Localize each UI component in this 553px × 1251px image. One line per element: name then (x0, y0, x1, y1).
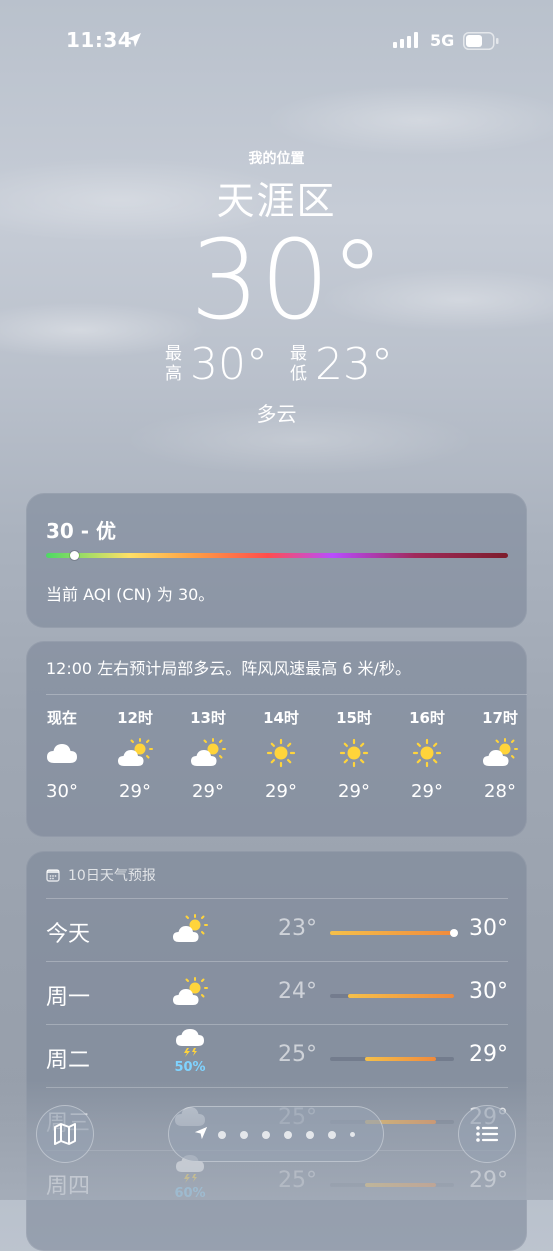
cellular-signal-icon (393, 32, 418, 48)
hourly-summary: 12:00 左右预计局部多云。阵风风速最高 6 米/秒。 (46, 659, 411, 678)
my-location-label: 我的位置 (248, 151, 305, 167)
aqi-title: 30 - 优 (46, 519, 117, 543)
hour-label: 13时 (190, 709, 226, 727)
network-type: 5G (430, 31, 455, 50)
cloud-icon (32, 729, 92, 777)
temperature-range-fill (330, 931, 454, 935)
divider (46, 961, 508, 962)
map-icon (54, 1123, 76, 1145)
sun-icon (324, 729, 384, 777)
locations-list-button[interactable] (458, 1105, 516, 1163)
hour-temperature: 29° (338, 781, 370, 802)
low-temperature: 23° (315, 339, 393, 390)
temperature-range-fill (347, 994, 454, 998)
condition-text: 多云 (256, 402, 297, 426)
temperature-range-bar (330, 994, 454, 998)
page-dot[interactable] (218, 1131, 226, 1139)
hour-temperature: 29° (192, 781, 224, 802)
partly-sunny-icon (470, 729, 527, 777)
sun-icon (251, 729, 311, 777)
day-row[interactable]: 周一 24° 30° (46, 961, 508, 1023)
page-dot[interactable] (306, 1131, 314, 1139)
ten-day-title: 10日天气预报 (68, 868, 156, 884)
hour-temperature: 29° (265, 781, 297, 802)
hourly-forecast-card[interactable]: 12:00 左右预计局部多云。阵风风速最高 6 米/秒。 现在 30° 12时 29°… (26, 641, 527, 837)
location-pager[interactable] (168, 1106, 384, 1162)
high-label: 最高 (165, 344, 182, 384)
hour-temperature: 30° (46, 781, 78, 802)
status-bar: 11:34 5G (0, 0, 553, 80)
hourly-item: 14时 29° (251, 707, 311, 802)
day-name: 今天 (46, 922, 91, 947)
page-dot[interactable] (350, 1132, 355, 1137)
low-label: 最低 (290, 344, 307, 384)
hourly-item: 13时 29° (178, 707, 238, 802)
divider (46, 694, 527, 695)
hourly-item: 17时 28° (470, 707, 527, 802)
current-temperature: 30° (190, 216, 385, 344)
hour-label: 15时 (336, 709, 372, 727)
partly-sunny-icon (105, 729, 165, 777)
temperature-range-bar (330, 929, 458, 937)
partly-sunny-icon (166, 914, 214, 948)
current-location-icon (194, 1126, 208, 1140)
high-low-temps: 最高 30° 最低 23° (0, 340, 553, 390)
day-high-temperature: 30° (469, 979, 508, 1004)
day-high-temperature: 29° (469, 1042, 508, 1067)
hour-label: 12时 (117, 709, 153, 727)
ten-day-header: 10日天气预报 (46, 865, 156, 885)
page-dot[interactable] (240, 1131, 248, 1139)
hourly-item: 16时 29° (397, 707, 457, 802)
hour-temperature: 28° (484, 781, 516, 802)
current-weather-header: 我的位置 天涯区 30° (0, 140, 553, 335)
hourly-item: 12时 29° (105, 707, 165, 802)
temperature-range-bar (330, 1057, 454, 1061)
high-temperature: 30° (190, 339, 268, 390)
list-icon (476, 1126, 499, 1142)
map-button[interactable] (36, 1105, 94, 1163)
aqi-scale-bar (46, 553, 508, 558)
day-row[interactable]: 周二 50% 25° 29° (46, 1024, 508, 1086)
hour-temperature: 29° (119, 781, 151, 802)
page-dot[interactable] (328, 1131, 336, 1139)
hour-temperature: 29° (411, 781, 443, 802)
battery-icon (463, 32, 499, 50)
hour-label: 16时 (409, 709, 445, 727)
current-temperature-marker (450, 929, 458, 937)
hour-label: 现在 (46, 709, 77, 727)
hourly-item: 现在 30° (32, 707, 92, 802)
temperature-range-fill (365, 1057, 437, 1061)
day-high-temperature: 30° (469, 916, 508, 941)
hour-label: 17时 (482, 709, 518, 727)
location-arrow-icon (127, 33, 141, 47)
page-dot[interactable] (262, 1131, 270, 1139)
status-time: 11:34 (66, 28, 133, 52)
day-name: 周一 (46, 985, 91, 1010)
page-dot[interactable] (284, 1131, 292, 1139)
partly-sunny-icon (178, 729, 238, 777)
day-low-temperature: 25° (278, 1042, 317, 1067)
hour-label: 14时 (263, 709, 299, 727)
sun-icon (397, 729, 457, 777)
calendar-icon (46, 869, 60, 882)
hourly-item: 15时 29° (324, 707, 384, 802)
thunderstorm-icon: 50% (166, 1028, 214, 1075)
air-quality-card[interactable]: 30 - 优 当前 AQI (CN) 为 30。 (26, 493, 527, 628)
divider (46, 898, 508, 899)
day-name: 周二 (46, 1048, 91, 1073)
partly-sunny-icon (166, 977, 214, 1011)
divider (46, 1024, 508, 1025)
aqi-description: 当前 AQI (CN) 为 30。 (46, 585, 215, 604)
day-row[interactable]: 今天 23° 30° (46, 898, 508, 960)
day-low-temperature: 24° (278, 979, 317, 1004)
day-low-temperature: 23° (278, 916, 317, 941)
precipitation-chance: 50% (174, 1060, 206, 1075)
aqi-indicator (69, 551, 79, 560)
